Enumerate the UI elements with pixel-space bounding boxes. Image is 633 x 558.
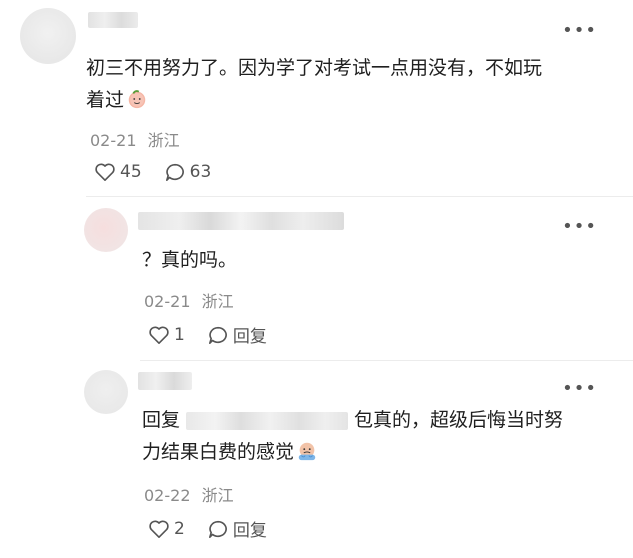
peach-face-emoji [128, 90, 146, 109]
comment-meta: 02-21 浙江 [90, 127, 180, 151]
comment-actions: 1 回复 [148, 322, 289, 347]
avatar[interactable] [20, 8, 76, 64]
comment-text: 初三不用努力了。因为学了对考试一点用没有，不如玩 着过 [86, 57, 543, 111]
comment-text: 回复 包真的，超级后悔当时努 力结果白费的感觉 [142, 409, 564, 463]
divider [140, 360, 633, 361]
comment-reply: ••• ？真的吗。 02-21 浙江 1 回复 [0, 198, 633, 360]
comment-actions: 45 63 [94, 162, 233, 182]
comment-text: ？真的吗。 [142, 249, 238, 271]
like-count: 45 [120, 162, 142, 182]
more-dots-icon[interactable]: ••• [562, 218, 597, 236]
comment-location: 浙江 [201, 292, 234, 311]
like-button[interactable]: 45 [94, 162, 142, 182]
comment-meta: 02-21 浙江 [144, 288, 234, 312]
avatar[interactable] [84, 208, 128, 252]
comment-top-level: ••• 初三不用努力了。因为学了对考试一点用没有，不如玩 着过 02-21 浙江… [0, 0, 633, 196]
like-button[interactable]: 2 [148, 519, 185, 539]
reply-button[interactable]: 回复 [207, 516, 267, 541]
reply-label: 回复 [232, 327, 267, 347]
more-dots-icon[interactable]: ••• [562, 22, 597, 40]
username-redacted[interactable] [88, 12, 138, 28]
heart-outline-icon [149, 326, 169, 344]
comment-meta: 02-22 浙江 [144, 482, 234, 506]
username-redacted[interactable] [138, 372, 192, 390]
username-redacted[interactable] [138, 212, 344, 230]
like-count: 1 [174, 324, 185, 345]
comment-date: 02-21 [90, 131, 137, 150]
crying-face-emoji [298, 442, 316, 461]
more-dots-icon[interactable]: ••• [562, 380, 597, 398]
comment-location: 浙江 [147, 131, 180, 150]
comment-location: 浙江 [201, 486, 234, 505]
comment-actions: 2 回复 [148, 516, 289, 541]
reply-prefix: 回复 [142, 409, 181, 431]
reply-label: 回复 [232, 521, 267, 541]
comment-date: 02-21 [144, 292, 191, 311]
mention-redacted[interactable] [186, 411, 349, 430]
speech-bubble-icon [208, 326, 227, 344]
reply-button[interactable]: 回复 [207, 322, 267, 347]
speech-bubble-icon [165, 163, 184, 181]
comment-reply: ••• 回复 包真的，超级后悔当时努 力结果白费的感觉 02-22 浙江 2 回复 [0, 362, 633, 558]
divider [86, 196, 633, 197]
like-button[interactable]: 1 [148, 325, 185, 345]
like-count: 2 [174, 518, 185, 539]
heart-outline-icon [149, 520, 169, 538]
speech-bubble-icon [208, 520, 227, 538]
reply-count-button[interactable]: 63 [164, 162, 212, 182]
reply-count: 63 [189, 162, 212, 182]
avatar[interactable] [84, 370, 128, 414]
heart-outline-icon [95, 163, 115, 181]
comment-date: 02-22 [144, 486, 191, 505]
